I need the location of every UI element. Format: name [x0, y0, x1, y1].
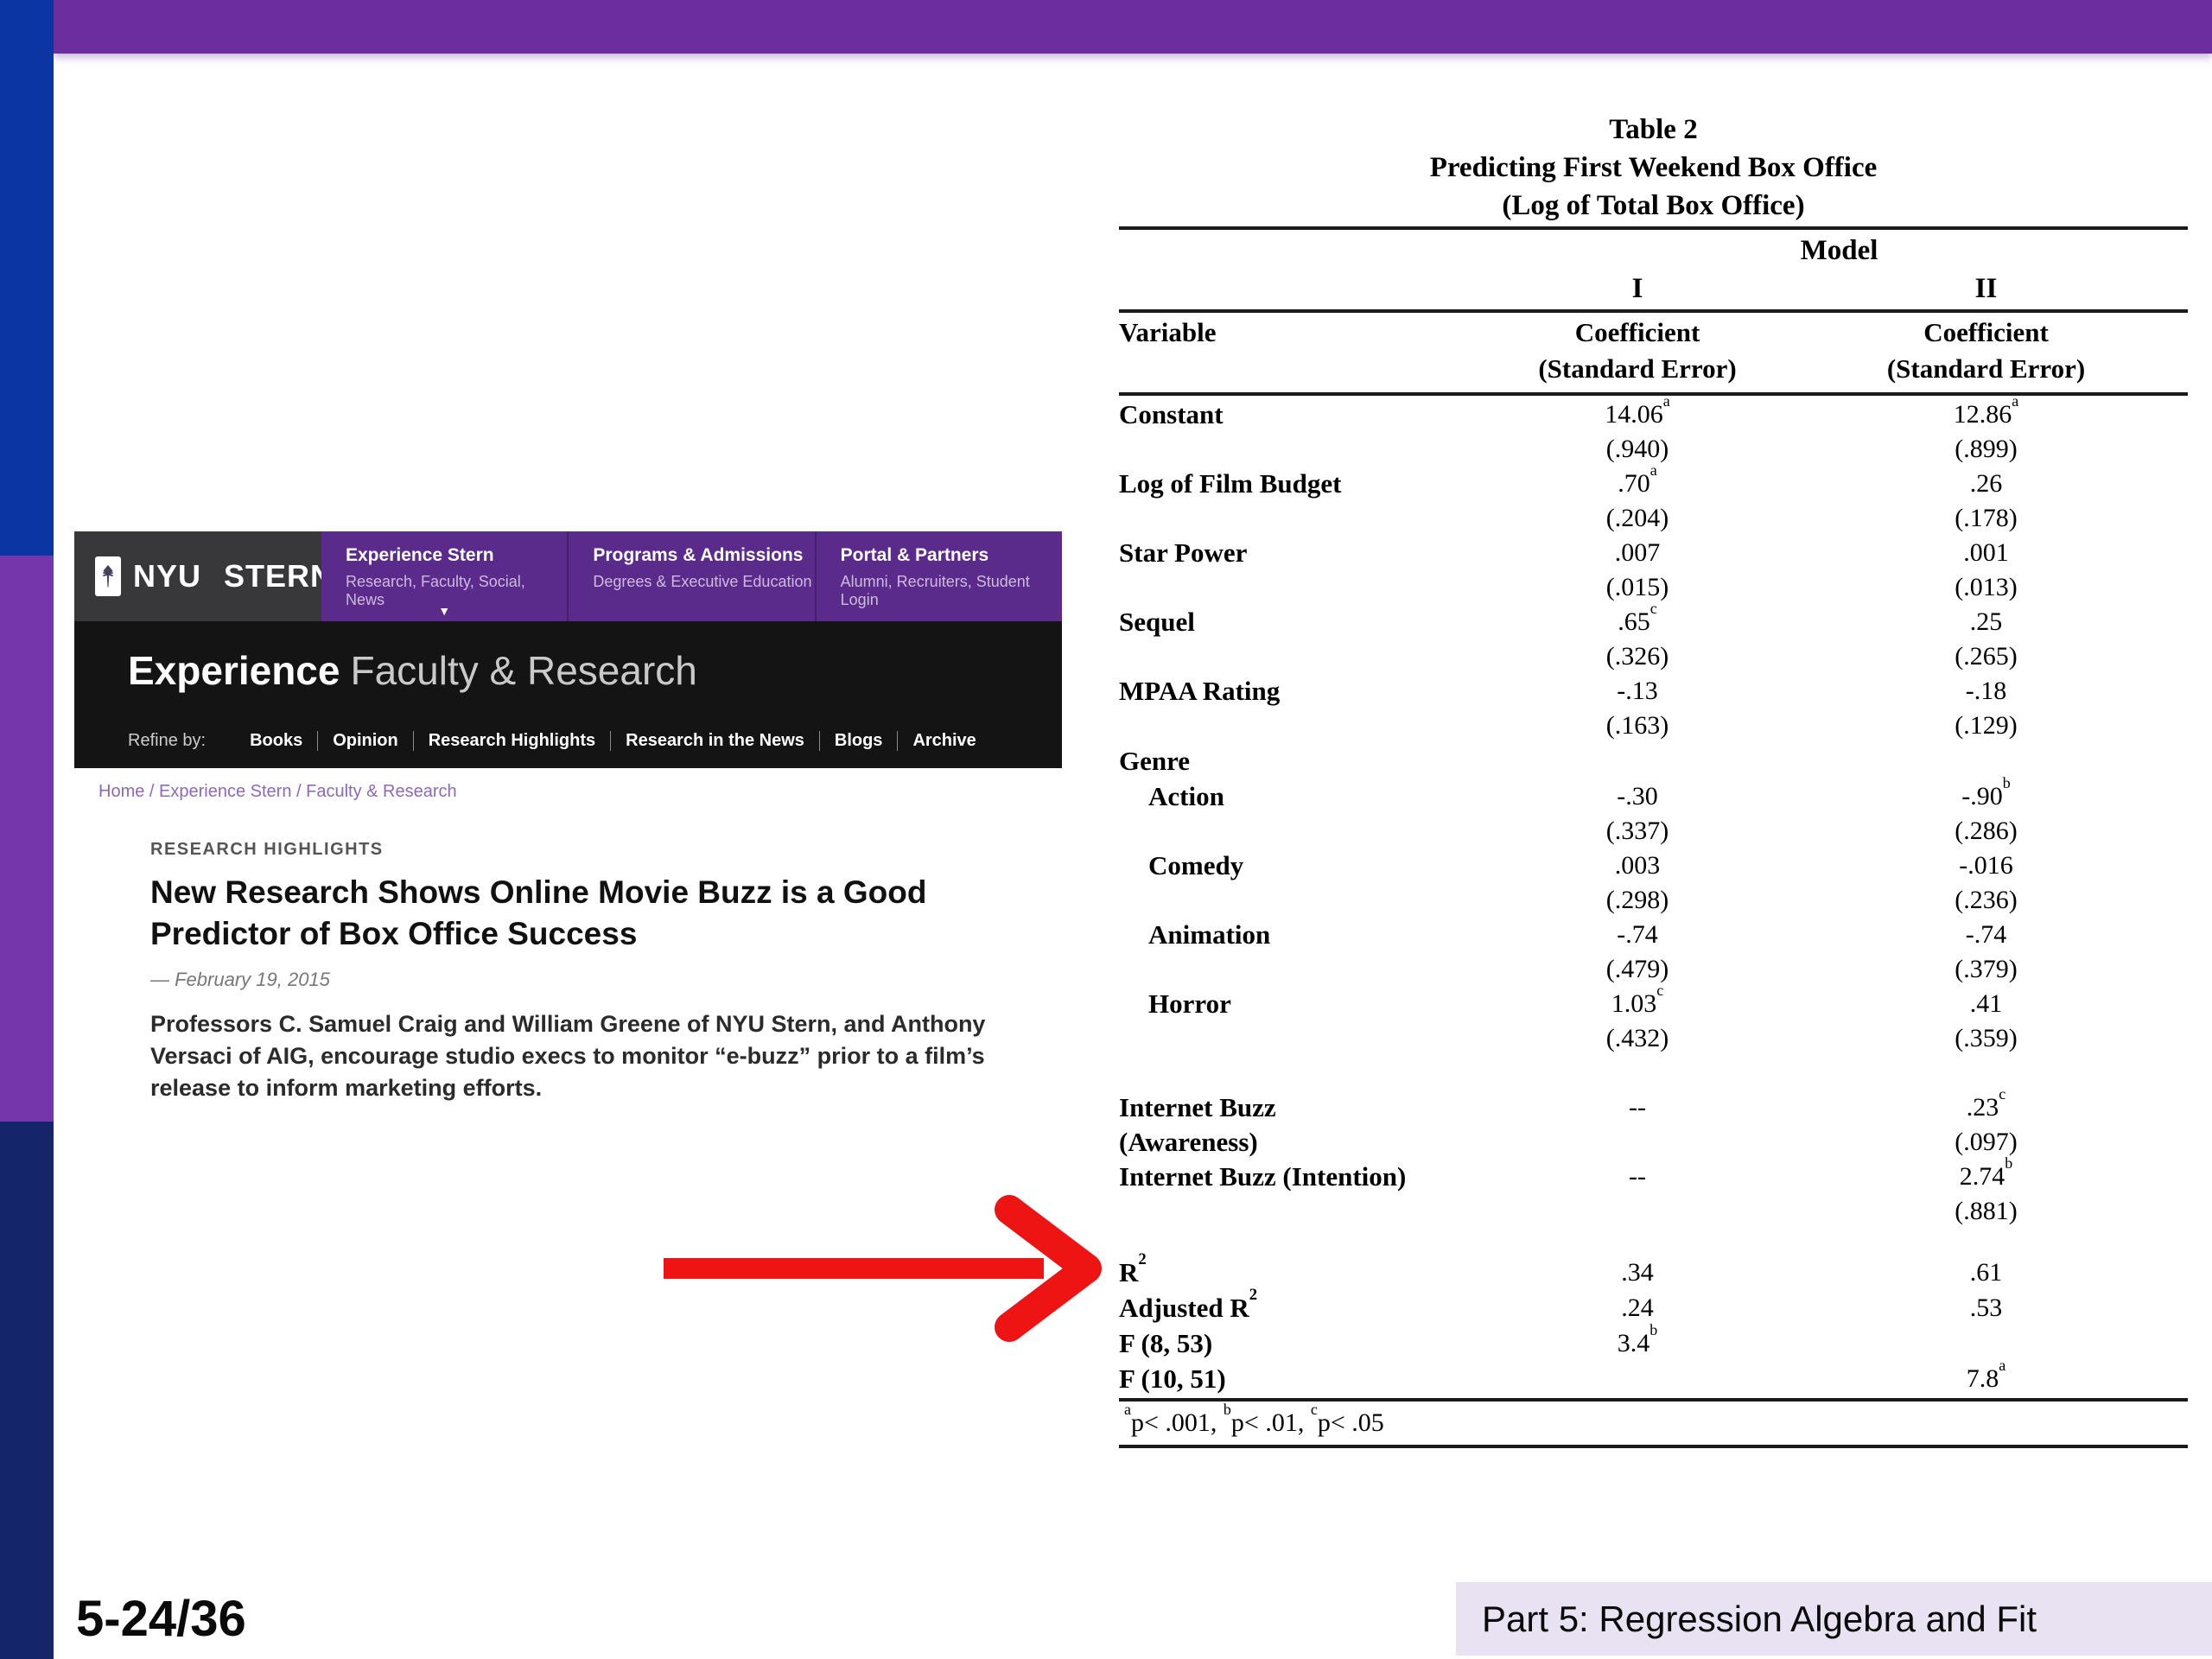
model-column-II: II [1784, 270, 2188, 308]
refine-item-blogs[interactable]: Blogs [819, 731, 898, 751]
table-rule [1119, 309, 2188, 313]
table-rule [1119, 1445, 2188, 1448]
left-accent-bar [0, 0, 54, 1659]
table-model-header: Model [1119, 232, 2188, 270]
table-stat-row: R2.34.61 [1119, 1255, 2188, 1290]
table-row: Internet Buzz(Awareness)--.23c(.097) [1119, 1090, 2188, 1160]
nav-item-programs-admissions[interactable]: Programs & Admissions Degrees & Executiv… [567, 531, 814, 621]
nyu-torch-icon [95, 556, 121, 596]
table-stat-row: Adjusted R2.24.53 [1119, 1290, 2188, 1325]
coefficient-header-I: Coefficient (Standard Error) [1491, 315, 1784, 387]
table-row: Animation-.74(.479)-.74(.379) [1119, 918, 2188, 987]
article-body: Professors C. Samuel Craig and William G… [150, 1008, 1023, 1104]
table-stat-row: F (8, 53)3.4b [1119, 1325, 2188, 1361]
table-row: Internet Buzz (Intention)--2.74b(.881) [1119, 1160, 2188, 1229]
coefficient-header-II: Coefficient (Standard Error) [1784, 315, 2188, 387]
table-rows: Constant14.06a(.940)12.86a(.899)Log of F… [1119, 397, 2188, 1396]
refine-item-archive[interactable]: Archive [897, 731, 990, 751]
logo-text-stern: STERN [224, 558, 334, 594]
table-footnote: ap< .001, bp< .01, cp< .05 [1119, 1403, 2188, 1443]
slide-footer-label: Part 5: Regression Algebra and Fit [1482, 1599, 2037, 1640]
article-headline: New Research Shows Online Movie Buzz is … [150, 872, 945, 955]
logo-text-nyu: NYU [133, 558, 201, 594]
red-arrow [653, 1191, 1111, 1346]
chevron-down-icon: ▼ [321, 604, 567, 618]
slide-page-number: 5-24/36 [76, 1590, 246, 1648]
table-stat-row: F (10, 51)7.8a [1119, 1361, 2188, 1396]
article-block: RESEARCH HIGHLIGHTS New Research Shows O… [150, 840, 1023, 1104]
experience-banner: ExperienceFaculty & Research Refine by: … [74, 621, 1062, 768]
banner-title: ExperienceFaculty & Research [128, 621, 1062, 694]
table-section-row: Genre [1119, 743, 2188, 779]
breadcrumb[interactable]: Home / Experience Stern / Faculty & Rese… [99, 782, 1062, 802]
table-row: Action-.30(.337)-.90b(.286) [1119, 779, 2188, 849]
table-row: Log of Film Budget.70a(.204).26(.178) [1119, 467, 2188, 536]
article-date: — February 19, 2015 [150, 969, 1023, 991]
refine-bar: Refine by: Books Opinion Research Highli… [128, 731, 991, 751]
table-rule [1119, 226, 2188, 230]
nav-columns: Experience Stern Research, Faculty, Soci… [321, 531, 1062, 621]
model-column-I: I [1491, 270, 1784, 308]
nyu-stern-webpage-screenshot: NYU STERN Experience Stern Research, Fac… [74, 531, 1062, 1104]
left-bar-blue-segment [0, 0, 54, 556]
table-row: Horror1.03c(.432).41(.359) [1119, 987, 2188, 1056]
table-gap [1119, 1056, 2188, 1090]
table-row: Sequel.65c(.326).25(.265) [1119, 605, 2188, 674]
nyu-top-nav: NYU STERN Experience Stern Research, Fac… [74, 531, 1062, 621]
table-gap [1119, 1229, 2188, 1255]
table-row: Star Power.007(.015).001(.013) [1119, 536, 2188, 605]
refine-item-research-highlights[interactable]: Research Highlights [413, 731, 610, 751]
refine-item-research-in-the-news[interactable]: Research in the News [610, 731, 819, 751]
regression-table: Table 2 Predicting First Weekend Box Off… [1119, 111, 2188, 1450]
left-bar-purple-segment [0, 556, 54, 1122]
table-title: Table 2 Predicting First Weekend Box Off… [1119, 111, 2188, 225]
article-kicker: RESEARCH HIGHLIGHTS [150, 840, 1023, 860]
table-rule [1119, 1398, 2188, 1402]
nyu-stern-logo: NYU STERN [74, 531, 321, 621]
table-rule [1119, 392, 2188, 396]
table-row: Comedy.003(.298)-.016(.236) [1119, 849, 2188, 918]
top-accent-band [54, 0, 2212, 54]
nav-item-experience-stern[interactable]: Experience Stern Research, Faculty, Soci… [321, 531, 567, 621]
table-row: Constant14.06a(.940)12.86a(.899) [1119, 397, 2188, 467]
variable-header: Variable [1119, 315, 1491, 387]
slide-footer: Part 5: Regression Algebra and Fit [1456, 1582, 2212, 1656]
refine-by-label: Refine by: [128, 731, 206, 751]
left-bar-navy-segment [0, 1122, 54, 1659]
table-column-headers: Variable Coefficient (Standard Error) Co… [1119, 315, 2188, 391]
table-row: MPAA Rating-.13(.163)-.18(.129) [1119, 674, 2188, 743]
table-model-columns: I II [1119, 270, 2188, 308]
refine-item-books[interactable]: Books [235, 731, 317, 751]
nav-item-portal-partners[interactable]: Portal & Partners Alumni, Recruiters, St… [815, 531, 1062, 621]
refine-item-opinion[interactable]: Opinion [317, 731, 413, 751]
